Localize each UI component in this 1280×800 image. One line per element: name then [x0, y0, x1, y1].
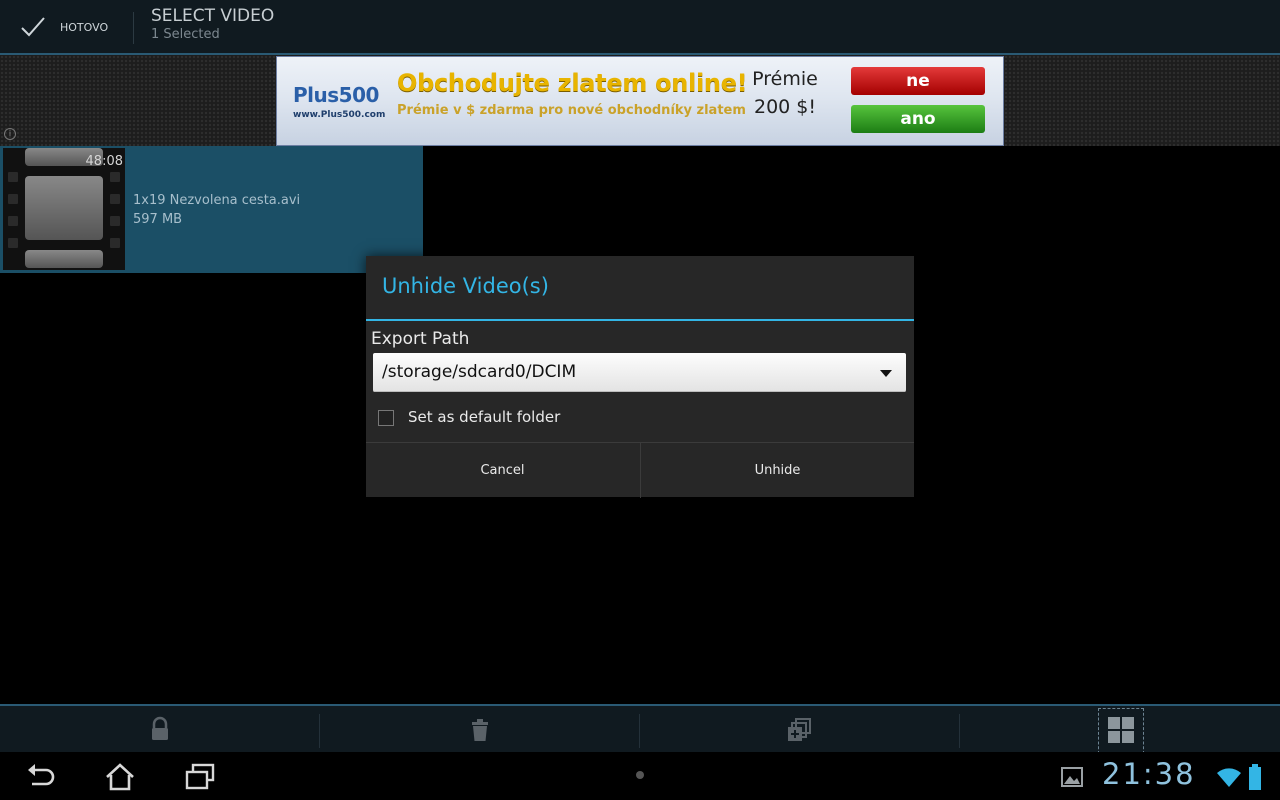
video-duration: 48:08 — [85, 154, 123, 169]
film-hole — [110, 194, 120, 204]
trash-icon — [472, 719, 488, 741]
film-hole — [110, 238, 120, 248]
dropdown-arrow-icon — [880, 370, 892, 377]
back-icon[interactable] — [24, 762, 56, 792]
recent-apps-icon[interactable] — [184, 762, 216, 792]
wifi-icon — [1217, 768, 1241, 787]
grid-view-icon — [1108, 717, 1134, 743]
clock: 21:38 — [1102, 757, 1196, 791]
checkmark-icon — [21, 17, 45, 37]
film-hole — [8, 172, 18, 182]
lock-icon — [152, 716, 168, 740]
video-name: 1x19 Nezvolena cesta.avi — [133, 193, 301, 208]
film-hole — [110, 172, 120, 182]
film-hole — [8, 216, 18, 226]
export-path-dropdown[interactable]: /storage/sdcard0/DCIM — [373, 353, 906, 392]
film-hole — [110, 216, 120, 226]
film-hole — [8, 238, 18, 248]
grid-view-button[interactable] — [960, 706, 1280, 754]
dialog-title: Unhide Video(s) — [382, 274, 549, 298]
selection-count: 1 Selected — [151, 27, 220, 42]
action-bar: HOTOVO SELECT VIDEO 1 Selected — [0, 0, 1280, 55]
ad-headline: Obchodujte zlatem online! — [397, 69, 748, 97]
list-item[interactable]: 48:08 1x19 Nezvolena cesta.avi 597 MB — [0, 146, 423, 273]
lock-button[interactable] — [0, 706, 320, 754]
action-bar-divider — [133, 12, 134, 44]
ad-yes-button[interactable]: ano — [851, 105, 985, 133]
ad-url: www.Plus500.com — [293, 110, 386, 120]
add-to-album-button[interactable] — [640, 706, 960, 754]
delete-button[interactable] — [320, 706, 640, 754]
ad-no-button[interactable]: ne — [851, 67, 985, 95]
ad-info-icon[interactable]: i — [4, 128, 16, 140]
ad-brand-logo: Plus500 — [293, 83, 379, 107]
page-indicator-dot — [636, 771, 644, 779]
done-label: HOTOVO — [60, 21, 109, 34]
ad-banner[interactable]: Plus500 www.Plus500.com Obchodujte zlate… — [276, 56, 1004, 146]
unhide-dialog: Unhide Video(s) Export Path /storage/sdc… — [366, 256, 914, 498]
default-folder-label[interactable]: Set as default folder — [408, 408, 560, 426]
done-button[interactable]: HOTOVO — [0, 0, 133, 53]
ad-bonus: Prémie 200 $! — [752, 68, 818, 118]
dialog-title-divider — [366, 319, 914, 321]
home-icon[interactable] — [104, 762, 136, 792]
export-path-label: Export Path — [371, 329, 470, 349]
default-folder-checkbox[interactable] — [378, 410, 394, 426]
gallery-notification-icon[interactable] — [1060, 766, 1084, 788]
film-frame — [25, 176, 103, 240]
bottom-action-bar — [0, 704, 1280, 754]
add-to-album-icon — [788, 718, 811, 741]
page-title: SELECT VIDEO — [151, 6, 275, 26]
video-size: 597 MB — [133, 212, 183, 227]
export-path-value: /storage/sdcard0/DCIM — [382, 362, 577, 382]
battery-icon — [1249, 764, 1261, 790]
ad-strip: i Plus500 www.Plus500.com Obchodujte zla… — [0, 55, 1280, 146]
video-thumbnail: 48:08 — [3, 148, 125, 270]
unhide-button[interactable]: Unhide — [640, 443, 914, 498]
dialog-button-bar: Cancel Unhide — [366, 442, 914, 498]
film-frame — [25, 250, 103, 268]
cancel-button[interactable]: Cancel — [366, 443, 639, 498]
ad-subline: Prémie v $ zdarma pro nové obchodníky zl… — [397, 103, 746, 118]
film-hole — [8, 194, 18, 204]
